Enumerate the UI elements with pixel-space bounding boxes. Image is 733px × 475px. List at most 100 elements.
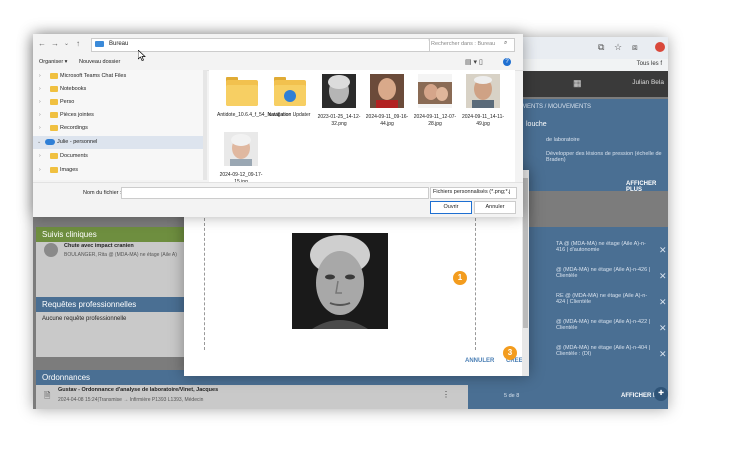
profile-avatar[interactable]: [655, 42, 665, 52]
cloud-icon: [45, 139, 55, 145]
requetes-empty: Aucune requête professionnelle: [42, 316, 127, 322]
nav-item-label: Notebooks: [60, 86, 87, 92]
file-open-dialog: ← → ⌄ ↑ Bureau ↻ Rechercher dans : Burea…: [33, 34, 523, 217]
close-icon[interactable]: ✕: [659, 271, 667, 282]
suivi-title[interactable]: Chute avec impact cranien: [64, 243, 134, 249]
nav-item-label: Microsoft Teams Chat Files: [60, 73, 127, 79]
mouvement-item: @ (MDA-MA) ne étage (Aile A)-n-404 | Cli…: [556, 345, 651, 357]
navigation-pane: › Microsoft Teams Chat Files › Notebooks…: [33, 70, 203, 180]
filename-label: Nom du fichier :: [83, 190, 122, 196]
ordonnance-subtitle: 2024-04-08 15:24|Transmise → Infirmière …: [58, 397, 204, 403]
copy-icon[interactable]: ⧉: [598, 42, 604, 53]
close-icon[interactable]: ✕: [659, 323, 667, 334]
nav-item-images[interactable]: › Images: [33, 164, 203, 177]
star-icon[interactable]: ☆: [614, 42, 622, 53]
apps-grid-icon[interactable]: ▦: [573, 78, 582, 89]
up-arrow-icon[interactable]: ↑: [76, 39, 80, 48]
cancel-button[interactable]: Annuler: [474, 201, 516, 214]
chevron-right-icon[interactable]: ›: [39, 153, 41, 159]
step-marker-1: 1: [453, 271, 467, 285]
open-button[interactable]: Ouvrir: [430, 201, 472, 214]
modal-cancel-button[interactable]: ANNULER: [465, 358, 494, 364]
pager-text: 5 de 8: [504, 393, 520, 399]
image-thumbnail: [418, 74, 452, 108]
chevron-down-icon[interactable]: ⌄: [64, 40, 69, 47]
file-item[interactable]: 2024-09-11_14-11-49.jpg: [459, 74, 507, 127]
image-thumbnail: [224, 132, 258, 166]
file-item[interactable]: 2024-09-12_09-17-15.jpg: [217, 132, 265, 185]
help-icon[interactable]: ?: [503, 58, 511, 66]
close-icon[interactable]: ✕: [659, 245, 667, 256]
file-item[interactable]: 2024-09-11_09-16-44.jpg: [363, 74, 411, 127]
nav-item-notebooks[interactable]: › Notebooks: [33, 83, 203, 96]
search-icon[interactable]: ⌕: [504, 40, 507, 47]
mouvement-item: RE @ (MDA-MA) ne étage (Aile A)-n-424 | …: [556, 293, 648, 305]
requetes-title: Requêtes professionnelles: [36, 297, 188, 312]
file-name: 2023-01-25_14-12-32.png: [317, 114, 361, 127]
document-icon: 🗎: [44, 391, 51, 400]
back-arrow-icon[interactable]: ←: [38, 39, 46, 48]
chevron-right-icon[interactable]: ›: [39, 99, 41, 105]
chevron-right-icon[interactable]: ›: [39, 86, 41, 92]
nav-item-label: Images: [60, 167, 79, 173]
suivis-title: Suivis cliniques: [36, 227, 188, 242]
nav-item-teams-chat-files[interactable]: › Microsoft Teams Chat Files: [33, 70, 203, 83]
folder-icon: [50, 167, 58, 173]
extension-icon[interactable]: ⧈: [632, 42, 638, 53]
mouvement-item: @ (MDA-MA) ne étage (Aile A)-n-426 | Cli…: [556, 267, 651, 279]
suivis-panel: Suivis cliniques Chute avec impact crani…: [36, 227, 188, 297]
nav-item-pieces-jointes[interactable]: › Pièces jointes: [33, 109, 203, 122]
file-item[interactable]: Antidote_10.6.4_f_54_Installation: [217, 74, 292, 119]
chevron-down-icon[interactable]: ⌄: [37, 139, 41, 145]
file-name: Antidote_10.6.4_f_54_Installation: [217, 112, 292, 118]
avatar: [44, 243, 58, 257]
close-icon[interactable]: ✕: [659, 297, 667, 308]
desktop-icon: [95, 41, 104, 47]
nav-item-documents[interactable]: › Documents: [33, 150, 203, 163]
chevron-right-icon[interactable]: ›: [39, 125, 41, 131]
files-pane: Antidote_10.6.4_f_54_Installation Naviga…: [209, 70, 515, 185]
bookmarks-all[interactable]: Tous les f: [637, 61, 662, 67]
nav-scrollbar[interactable]: [203, 70, 207, 180]
more-vert-icon[interactable]: ⋮: [442, 390, 450, 399]
folder-icon: [50, 125, 58, 131]
nav-item-perso[interactable]: › Perso: [33, 96, 203, 109]
folder-icon: [50, 153, 58, 159]
close-icon[interactable]: ✕: [659, 349, 667, 360]
folder-icon: [272, 74, 306, 108]
organiser-button[interactable]: Organiser ▾: [39, 59, 67, 65]
folder-icon: [50, 112, 58, 118]
filename-input[interactable]: [121, 187, 429, 199]
view-options-icon[interactable]: ▤ ▾ ▯: [465, 58, 483, 66]
requetes-panel: Requêtes professionnelles Aucune requête…: [36, 297, 188, 357]
modal-scrollbar-thumb[interactable]: [523, 178, 528, 328]
image-thumbnail: [370, 74, 404, 108]
mouvement-item: @ (MDA-MA) ne étage (Aile A)-n-422 | Cli…: [556, 319, 651, 331]
new-folder-button[interactable]: Nouveau dossier: [79, 59, 120, 65]
forward-arrow-icon[interactable]: →: [51, 39, 59, 48]
file-item[interactable]: Navigation Updater: [265, 74, 313, 119]
file-item[interactable]: 2023-01-25_14-12-32.png: [315, 74, 363, 127]
nav-item-label: Perso: [60, 99, 75, 105]
filetype-value: Fichiers personnalisés (*.png;*.j: [433, 189, 511, 195]
folder-icon: [224, 74, 258, 108]
nav-item-recordings[interactable]: › Recordings: [33, 122, 203, 135]
afficher-plus-button[interactable]: AFFICHER PLUS: [626, 181, 668, 193]
signalement-item: Développer des lésions de pression (éche…: [546, 151, 662, 163]
nav-item-onedrive-personnel[interactable]: ⌄ Julie - personnel: [33, 136, 203, 149]
chevron-right-icon[interactable]: ›: [39, 73, 41, 79]
user-name[interactable]: Julian Bela: [632, 79, 664, 86]
signalement-item: louche: [526, 121, 547, 128]
chevron-right-icon[interactable]: ›: [39, 167, 41, 173]
search-placeholder: Rechercher dans : Bureau: [431, 41, 496, 47]
ordonnance-title[interactable]: Gustav - Ordonnance d'analyse de laborat…: [58, 387, 218, 393]
modal-scrollbar[interactable]: [522, 170, 529, 376]
mouse-cursor-icon: [138, 50, 146, 61]
user-fab-icon[interactable]: ✚: [654, 387, 668, 401]
file-item[interactable]: 2024-09-11_12-07-28.jpg: [411, 74, 459, 127]
folder-icon: [50, 73, 58, 79]
afficher-plus-button[interactable]: AFFICHER F: [621, 393, 657, 399]
image-thumbnail: [322, 74, 356, 108]
file-name: 2024-09-11_09-16-44.jpg: [365, 114, 409, 127]
chevron-right-icon[interactable]: ›: [39, 112, 41, 118]
